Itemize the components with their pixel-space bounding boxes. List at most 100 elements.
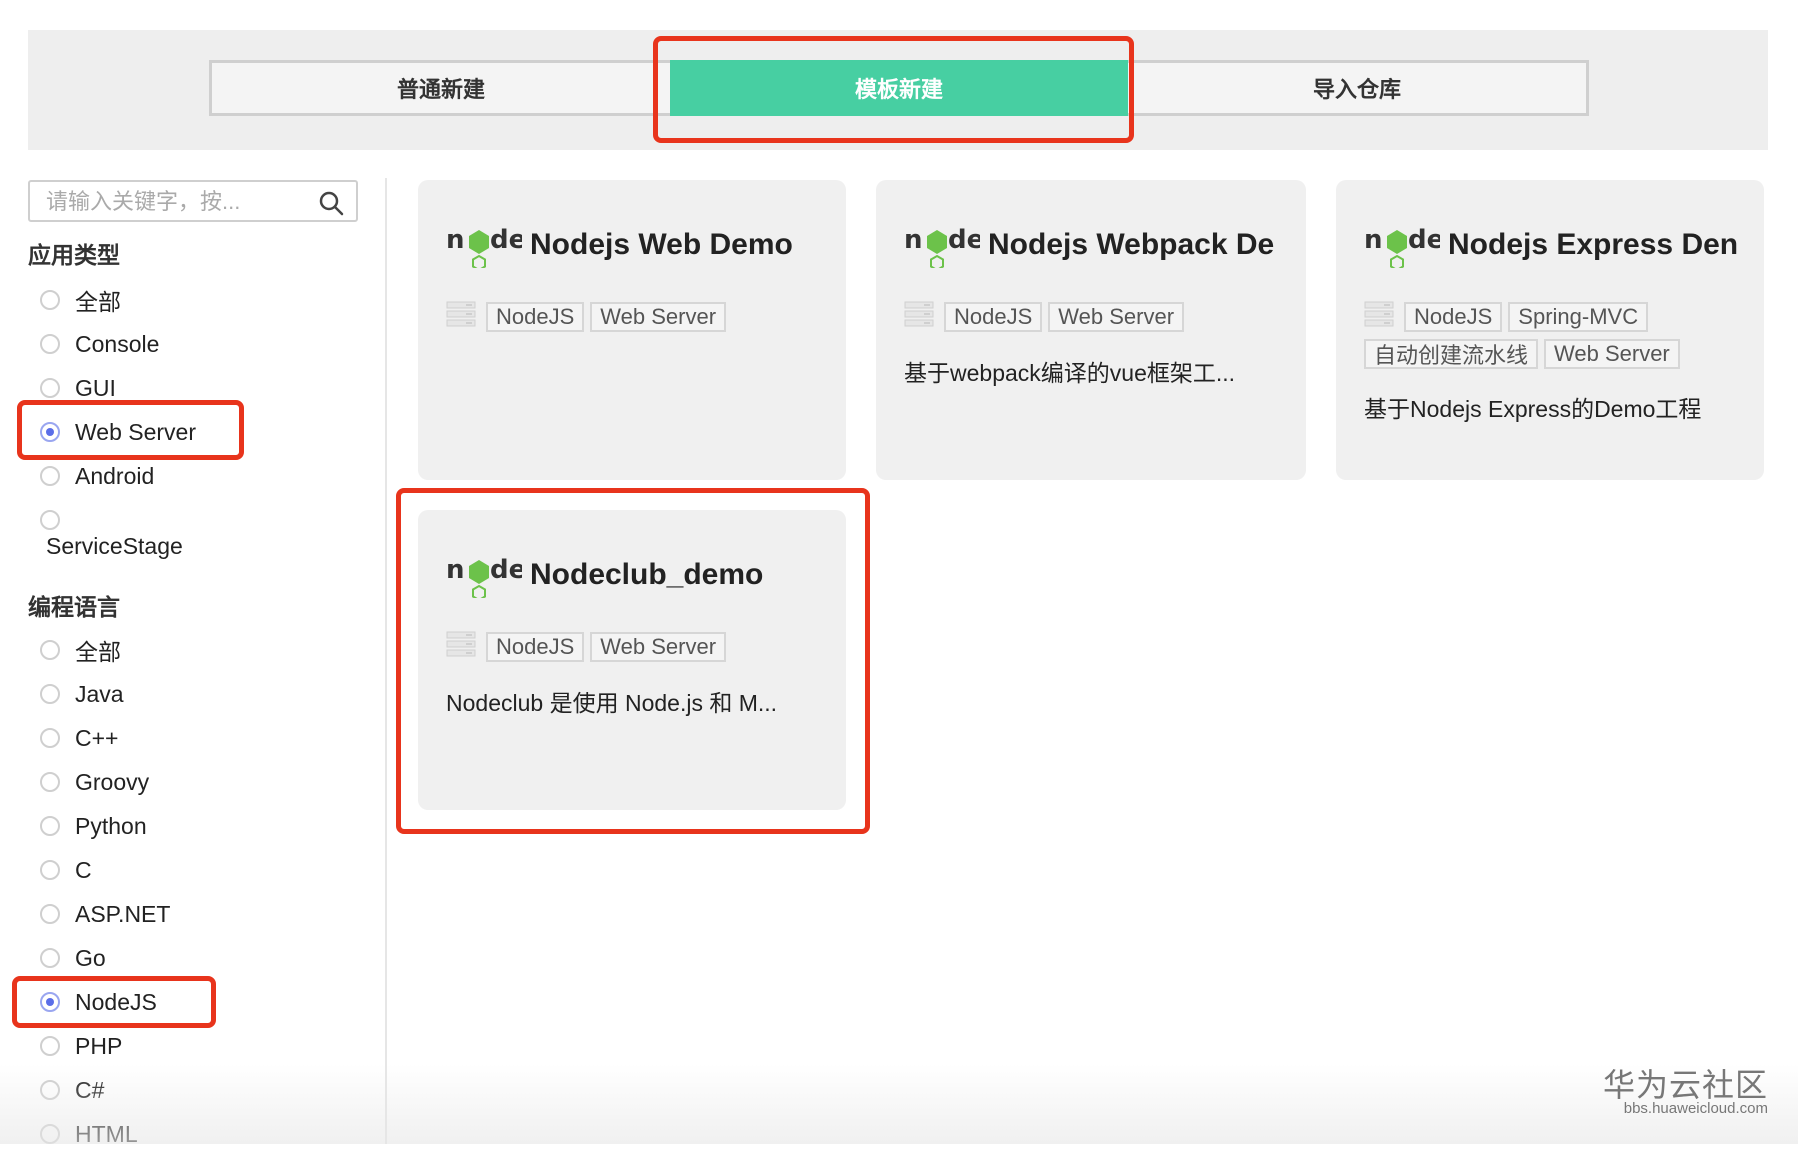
svg-text:n: n xyxy=(904,225,923,255)
card-title: Nodejs Web Demo xyxy=(530,228,793,261)
radio-label: 全部 xyxy=(75,289,121,315)
radio-app-type-console[interactable]: Console xyxy=(40,326,159,362)
radio-label: GUI xyxy=(75,374,116,401)
radio-language-html[interactable]: HTML xyxy=(40,1116,138,1152)
server-icon xyxy=(904,300,934,333)
radio-language-csharp[interactable]: C# xyxy=(40,1072,104,1108)
bottom-fade xyxy=(0,1064,1798,1144)
radio-button-selected[interactable] xyxy=(40,422,60,442)
radio-language-cpp[interactable]: C++ xyxy=(40,720,118,756)
radio-language-aspnet[interactable]: ASP.NET xyxy=(40,896,170,932)
tag: NodeJS xyxy=(944,301,1043,332)
radio-button[interactable] xyxy=(40,466,60,486)
svg-text:n: n xyxy=(446,225,465,255)
radio-button[interactable] xyxy=(40,728,60,748)
tag: NodeJS xyxy=(486,631,585,662)
card-tags: NodeJS Web Server xyxy=(446,300,826,333)
radio-language-nodejs[interactable]: NodeJS xyxy=(40,984,157,1020)
radio-button[interactable] xyxy=(40,1080,60,1100)
radio-app-type-web-server[interactable]: Web Server xyxy=(40,414,196,450)
radio-button[interactable] xyxy=(40,640,60,660)
radio-app-type-all[interactable]: 全部 xyxy=(40,282,121,318)
svg-text:de: de xyxy=(490,225,522,255)
tag: Web Server xyxy=(1544,339,1680,369)
tab-label: 模板新建 xyxy=(854,77,943,102)
radio-label: Python xyxy=(75,812,147,839)
server-icon xyxy=(1364,300,1394,333)
search-icon[interactable] xyxy=(318,190,344,221)
tag: 自动创建流水线 xyxy=(1364,339,1539,369)
card-description: Nodeclub 是使用 Node.js 和 M... xyxy=(446,690,778,716)
keyword-search xyxy=(28,180,358,222)
radio-language-c[interactable]: C xyxy=(40,852,92,888)
radio-label: Android xyxy=(75,462,155,489)
radio-button[interactable] xyxy=(40,948,60,968)
tab-normal-create[interactable]: 普通新建 xyxy=(212,63,670,113)
tab-label: 导入仓库 xyxy=(1312,77,1401,102)
radio-label: PHP xyxy=(75,1032,123,1059)
radio-button[interactable] xyxy=(40,816,60,836)
card-tags: NodeJS Web Server xyxy=(446,630,826,663)
radio-button[interactable] xyxy=(40,334,60,354)
svg-text:n: n xyxy=(446,555,465,585)
card-title: Nodejs Express Den xyxy=(1448,228,1739,261)
radio-app-type-gui[interactable]: GUI xyxy=(40,370,116,406)
radio-button[interactable] xyxy=(40,1124,60,1144)
app-type-heading: 应用类型 xyxy=(28,242,120,268)
tag: Web Server xyxy=(590,631,727,662)
nodejs-logo-icon: n de xyxy=(446,548,526,603)
svg-text:de: de xyxy=(490,555,522,585)
nodejs-logo-icon: n de xyxy=(446,218,526,273)
radio-label-servicestage: ServiceStage xyxy=(46,533,183,559)
tag: Web Server xyxy=(590,301,727,332)
language-heading: 编程语言 xyxy=(28,594,120,620)
tag: NodeJS xyxy=(1404,301,1503,332)
card-description: 基于webpack编译的vue框架工... xyxy=(904,360,1236,386)
radio-button[interactable] xyxy=(40,772,60,792)
radio-label: C# xyxy=(75,1076,105,1103)
template-card[interactable]: n de Nodeclub_demo NodeJS Web Server Node… xyxy=(418,510,846,810)
server-icon xyxy=(446,300,476,333)
radio-button[interactable] xyxy=(40,378,60,398)
watermark-url: bbs.huaweicloud.com xyxy=(1623,1100,1768,1117)
radio-button[interactable] xyxy=(40,510,60,530)
radio-label: Go xyxy=(75,944,106,971)
tab-template-create[interactable]: 模板新建 xyxy=(670,60,1128,116)
radio-button-selected[interactable] xyxy=(40,992,60,1012)
template-card[interactable]: n de Nodejs Web Demo NodeJS Web Server xyxy=(418,180,846,480)
search-input[interactable] xyxy=(44,188,308,216)
sidebar-divider xyxy=(385,178,387,1144)
radio-language-php[interactable]: PHP xyxy=(40,1028,122,1064)
creation-mode-bar: 普通新建 模板新建 导入仓库 xyxy=(28,30,1768,150)
tab-label: 普通新建 xyxy=(396,77,485,102)
radio-language-java[interactable]: Java xyxy=(40,676,124,712)
radio-button[interactable] xyxy=(40,290,60,310)
nodejs-logo-icon: n de xyxy=(904,218,984,273)
radio-label: NodeJS xyxy=(75,988,157,1015)
tag: NodeJS xyxy=(486,301,585,332)
tag: Web Server xyxy=(1048,301,1185,332)
radio-label: Groovy xyxy=(75,768,150,795)
radio-label: HTML xyxy=(75,1120,138,1147)
svg-text:de: de xyxy=(1408,225,1440,255)
card-title: Nodejs Webpack De xyxy=(988,228,1275,261)
radio-button[interactable] xyxy=(40,1036,60,1056)
template-card[interactable]: n de Nodejs Webpack De NodeJS Web Server … xyxy=(876,180,1306,480)
template-card[interactable]: n de Nodejs Express Den NodeJS Spring-MVC… xyxy=(1336,180,1764,480)
radio-language-all[interactable]: 全部 xyxy=(40,632,121,668)
radio-label: C++ xyxy=(75,724,119,751)
radio-app-type-android[interactable]: Android xyxy=(40,458,154,494)
svg-text:de: de xyxy=(948,225,980,255)
radio-label: ASP.NET xyxy=(75,900,171,927)
svg-text:n: n xyxy=(1364,225,1383,255)
radio-language-python[interactable]: Python xyxy=(40,808,147,844)
radio-label: Console xyxy=(75,330,160,357)
card-tags: NodeJS Spring-MVC 自动创建流水线 Web Server xyxy=(1364,300,1744,369)
radio-button[interactable] xyxy=(40,904,60,924)
tab-import-repo[interactable]: 导入仓库 xyxy=(1128,63,1586,113)
radio-button[interactable] xyxy=(40,684,60,704)
radio-language-groovy[interactable]: Groovy xyxy=(40,764,149,800)
radio-language-go[interactable]: Go xyxy=(40,940,106,976)
radio-label: 全部 xyxy=(75,639,121,665)
radio-button[interactable] xyxy=(40,860,60,880)
